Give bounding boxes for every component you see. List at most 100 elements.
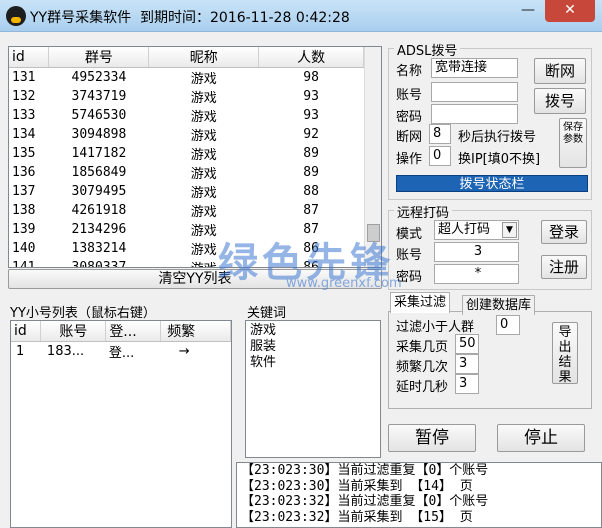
watermark-url: www.greenxf.com xyxy=(286,276,402,291)
yy-col-account[interactable]: 账号 xyxy=(40,321,107,342)
dial-status-bar: 拨号状态栏 xyxy=(396,175,588,192)
captcha-account-field[interactable]: 3 xyxy=(434,242,519,262)
pages-label: 采集几页 xyxy=(396,340,449,355)
adsl-password-label: 密码 xyxy=(396,110,423,125)
cell-id: 140 xyxy=(12,241,36,256)
cell-group-no: 1383214 xyxy=(71,241,127,256)
yy-account-row[interactable]: 1 183... 登... → xyxy=(11,342,231,361)
cell-group-no: 3094898 xyxy=(71,127,127,142)
log-panel[interactable]: 【23:023:30】当前过滤重复【0】个账号 【23:023:30】当前采集到… xyxy=(236,462,602,528)
captcha-account-label: 账号 xyxy=(396,248,423,263)
captcha-mode-label: 模式 xyxy=(396,227,423,242)
cell-nickname: 游戏 xyxy=(190,91,217,106)
cell-nickname: 游戏 xyxy=(190,205,217,220)
keyword-item: 软件 xyxy=(250,355,277,370)
adsl-account-field[interactable] xyxy=(431,82,518,102)
yy-col-frequent[interactable]: 频繁 xyxy=(160,321,231,342)
keywords-textarea[interactable]: 游戏 服装 软件 xyxy=(245,320,381,458)
adsl-name-field[interactable]: 宽带连接 xyxy=(431,58,518,78)
cell-id: 136 xyxy=(12,165,36,180)
close-button[interactable]: ✕ xyxy=(545,0,595,22)
col-header-members[interactable]: 人数 xyxy=(258,47,364,68)
op-field[interactable]: 0 xyxy=(429,146,451,166)
cell-id: 131 xyxy=(12,70,36,85)
cell-members: 89 xyxy=(303,165,319,180)
col-header-nickname[interactable]: 昵称 xyxy=(148,47,260,68)
export-results-button[interactable]: 导出结果 xyxy=(552,322,578,385)
captcha-password-field[interactable]: * xyxy=(434,264,519,284)
yy-row-id: 1 xyxy=(16,344,25,359)
delay-label: 延时几秒 xyxy=(396,380,449,395)
cell-nickname: 游戏 xyxy=(190,72,217,87)
col-header-id[interactable]: id xyxy=(9,47,50,68)
adsl-op-label: 操作 xyxy=(396,152,423,167)
captcha-mode-select[interactable]: 超人打码 ▼ xyxy=(434,220,519,240)
log-line: 【23:023:30】当前采集到 【14】 页 xyxy=(241,478,473,494)
window-title: YY群号采集软件 到期时间：2016-11-28 0:42:28 xyxy=(30,10,350,26)
table-row[interactable]: 136 1856849 游戏 89 xyxy=(9,163,364,182)
cell-group-no: 1856849 xyxy=(71,165,127,180)
cell-id: 141 xyxy=(12,260,36,268)
adsl-password-field[interactable] xyxy=(431,104,518,124)
arrow-right-icon: → xyxy=(178,344,190,359)
min-members-field[interactable]: 0 xyxy=(496,315,520,335)
keyword-item: 游戏 xyxy=(250,323,277,338)
pages-field[interactable]: 50 xyxy=(455,334,479,354)
log-line: 【23:023:30】当前过滤重复【0】个账号 xyxy=(241,463,489,478)
captcha-title: 远程打码 xyxy=(394,202,453,221)
yy-accounts-table[interactable]: id 账号 登... 频繁 1 183... 登... → xyxy=(10,320,232,528)
yy-col-id[interactable]: id xyxy=(11,321,42,342)
tab-collect-filter[interactable]: 采集过滤 xyxy=(390,292,451,313)
cell-nickname: 游戏 xyxy=(190,186,217,201)
table-row[interactable]: 137 3079495 游戏 88 xyxy=(9,182,364,201)
table-row[interactable]: 135 1417182 游戏 89 xyxy=(9,144,364,163)
table-row[interactable]: 132 3743719 游戏 93 xyxy=(9,87,364,106)
yy-col-login[interactable]: 登... xyxy=(105,321,162,342)
yy-accounts-title: YY小号列表（鼠标右键） xyxy=(10,306,156,321)
login-button[interactable]: 登录 xyxy=(541,220,587,244)
title-bar: YY群号采集软件 到期时间：2016-11-28 0:42:28 — ✕ xyxy=(0,0,602,32)
cell-group-no: 4261918 xyxy=(71,203,127,218)
stop-button[interactable]: 停止 xyxy=(497,424,585,452)
cell-id: 134 xyxy=(12,127,36,142)
frequent-label: 频繁几次 xyxy=(396,360,449,375)
cell-nickname: 游戏 xyxy=(190,167,217,182)
table-row[interactable]: 131 4952334 游戏 98 xyxy=(9,68,364,87)
cell-group-no: 3079495 xyxy=(71,184,127,199)
yy-row-login: 登... xyxy=(108,346,135,361)
pause-button[interactable]: 暂停 xyxy=(388,424,476,452)
adsl-account-label: 账号 xyxy=(396,88,423,103)
register-button[interactable]: 注册 xyxy=(541,255,587,279)
delay-field[interactable]: 3 xyxy=(455,374,479,394)
cell-id: 138 xyxy=(12,203,36,218)
cell-nickname: 游戏 xyxy=(190,148,217,163)
keywords-title: 关键词 xyxy=(247,306,287,321)
min-members-label: 过滤小于人群 xyxy=(396,320,475,335)
frequent-field[interactable]: 3 xyxy=(455,354,479,374)
col-header-group-no[interactable]: 群号 xyxy=(48,47,150,68)
save-params-button[interactable]: 保存参数 xyxy=(559,118,587,168)
dial-button[interactable]: 拨号 xyxy=(534,88,586,114)
cell-members: 92 xyxy=(303,127,319,142)
adsl-name-label: 名称 xyxy=(396,64,423,79)
table-row[interactable]: 133 5746530 游戏 93 xyxy=(9,106,364,125)
disconnect-seconds-field[interactable]: 8 xyxy=(429,124,451,144)
cell-group-no: 4952334 xyxy=(71,70,127,85)
table-row[interactable]: 134 3094898 游戏 92 xyxy=(9,125,364,144)
cell-id: 132 xyxy=(12,89,36,104)
cell-members: 93 xyxy=(303,108,319,123)
minimize-button[interactable]: — xyxy=(515,0,541,22)
disconnect-button[interactable]: 断网 xyxy=(534,58,586,84)
switch-ip-text: 换IP[填0不换] xyxy=(458,152,541,167)
cell-members: 93 xyxy=(303,89,319,104)
cell-members: 88 xyxy=(303,184,319,199)
table-row[interactable]: 138 4261918 游戏 87 xyxy=(9,201,364,220)
adsl-title: ADSL拨号 xyxy=(394,40,461,59)
cell-members: 87 xyxy=(303,203,319,218)
cell-group-no: 5746530 xyxy=(71,108,127,123)
chevron-down-icon[interactable]: ▼ xyxy=(502,222,517,238)
cell-nickname: 游戏 xyxy=(190,110,217,125)
cell-group-no: 2134296 xyxy=(71,222,127,237)
tab-create-database[interactable]: 创建数据库 xyxy=(462,295,536,315)
log-line: 【23:023:32】当前过滤重复【0】个账号 xyxy=(241,494,489,509)
